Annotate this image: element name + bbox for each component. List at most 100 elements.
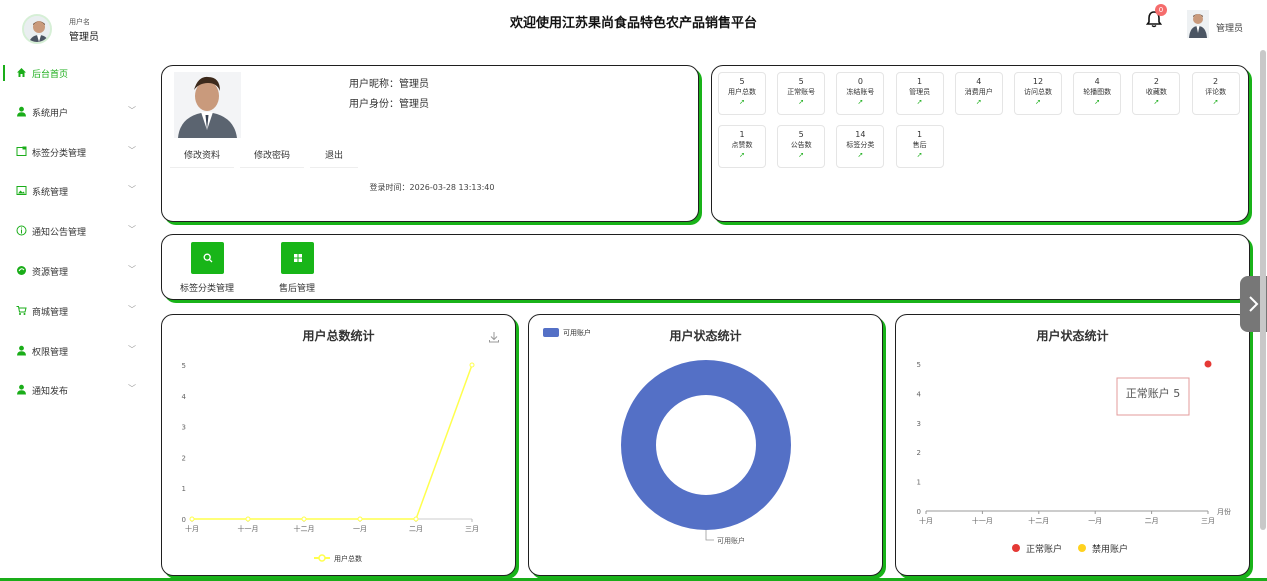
y-tick-label: 5 xyxy=(182,362,186,370)
data-point xyxy=(245,516,251,522)
stat-tile[interactable]: 5 公告数 ➚ xyxy=(777,125,826,168)
arrow-icon: ➚ xyxy=(739,151,745,159)
sidebar-item-label: 通知公告管理 xyxy=(32,228,87,238)
scrollbar[interactable] xyxy=(1260,50,1266,530)
x-tick-label: 二月 xyxy=(409,525,423,533)
quick-links-card: 标签分类管理 售后管理 xyxy=(161,234,1250,300)
user-menu-label[interactable]: 管理员 xyxy=(1216,21,1243,34)
chart-card-user-status-scatter: 用户状态统计 0 1 2 3 4 5 十月 十一月 十二月 一月 二月 三月 月份 正常账户 5 正常账户禁… xyxy=(895,314,1250,576)
sidebar-item-publish[interactable]: 通知发布 ﹀ xyxy=(0,378,148,402)
quick-link-tile[interactable] xyxy=(190,242,224,274)
stat-name: 访问总数 xyxy=(1024,88,1052,96)
y-tick-label: 3 xyxy=(182,424,186,432)
role-text: 用户身份：管理员 xyxy=(349,99,429,110)
stat-value: 2 xyxy=(1153,77,1159,86)
y-tick-label: 2 xyxy=(182,454,186,462)
y-tick-label: 1 xyxy=(182,485,186,493)
stat-value: 1 xyxy=(917,130,923,139)
sidebar-item-home[interactable]: 后台首页 xyxy=(0,61,148,85)
sidebar-item-tags[interactable]: 标签分类管理 ﹀ xyxy=(0,140,148,164)
sidebar-item-mall[interactable]: 商城管理 ﹀ xyxy=(0,299,148,323)
data-point xyxy=(1204,360,1212,368)
stat-name: 收藏数 xyxy=(1145,88,1167,96)
sidebar: 后台首页 系统用户 ﹀ 标签分类管理 ﹀ 系统管理 ﹀ 通知公告管理 ﹀ 资源管… xyxy=(0,58,148,581)
arrow-icon: ➚ xyxy=(857,98,864,106)
quick-link-aftersale[interactable]: 售后管理 xyxy=(252,242,342,294)
stat-name: 点赞数 xyxy=(731,141,753,149)
stat-tile[interactable]: 1 点赞数 ➚ xyxy=(718,125,766,168)
data-point xyxy=(189,516,195,522)
quick-link-label: 售后管理 xyxy=(278,284,315,294)
x-tick-label: 十月 xyxy=(185,524,199,533)
arrow-icon: ➚ xyxy=(739,98,745,106)
x-tick-label: 十一月 xyxy=(972,516,993,525)
chevron-down-icon: ﹀ xyxy=(128,225,136,234)
sidebar-item-label: 资源管理 xyxy=(32,268,69,278)
logout-button[interactable]: 退出 xyxy=(310,144,358,168)
arrow-icon: ➚ xyxy=(1212,98,1219,106)
stat-value: 0 xyxy=(857,77,863,86)
legend-marker xyxy=(1078,544,1086,552)
home-icon xyxy=(17,68,26,77)
grid-icon xyxy=(293,254,302,262)
stat-tile[interactable]: 2 评论数 ➚ xyxy=(1191,72,1240,115)
stat-name: 冻结账号 xyxy=(846,88,875,96)
stat-tile[interactable]: 2 收藏数 ➚ xyxy=(1132,72,1181,115)
stat-tile[interactable]: 1 售后 ➚ xyxy=(895,125,944,168)
stat-tile[interactable]: 5 正常账号 ➚ xyxy=(777,72,826,115)
legend-marker xyxy=(318,554,326,562)
stats-card: 5 用户总数 ➚ 5 正常账号 ➚ 0 冻结账号 ➚ 1 管理员 ➚ 4 消费用户 ➚ 12 访问总数 ➚ 4 轮播图… xyxy=(711,65,1249,222)
line-chart: 0 1 2 3 4 5 十月 十一月 十二月 一月 二月 三月用户总数 xyxy=(182,362,479,563)
top-header: 用户名 管理员 欢迎使用江苏果尚食品特色农产品销售平台 0 管理员 xyxy=(0,0,1267,58)
y-tick-label: 0 xyxy=(182,516,186,524)
active-indicator xyxy=(3,65,5,81)
nickname-text: 用户昵称：管理员 xyxy=(349,79,429,90)
user-icon xyxy=(17,345,26,356)
arrow-icon: ➚ xyxy=(857,151,864,159)
stat-value: 14 xyxy=(855,130,866,139)
data-point xyxy=(301,516,307,522)
sidebar-item-notices[interactable]: 通知公告管理 ﹀ xyxy=(0,219,148,243)
sidebar-item-system[interactable]: 系统管理 ﹀ xyxy=(0,179,148,203)
legend-label: 禁用账户 xyxy=(1092,543,1128,555)
login-time: 登录时间：2026-03-28 13:13:40 xyxy=(369,183,495,192)
tag-icon xyxy=(16,146,27,156)
stat-value: 12 xyxy=(1032,77,1044,86)
stat-tile[interactable]: 1 管理员 ➚ xyxy=(895,72,944,115)
stat-tile[interactable]: 4 轮播图数 ➚ xyxy=(1073,72,1122,115)
chevron-down-icon: ﹀ xyxy=(128,265,136,274)
stat-value: 4 xyxy=(1094,77,1100,86)
sidebar-item-resources[interactable]: 资源管理 ﹀ xyxy=(0,259,148,283)
stat-tile[interactable]: 12 访问总数 ➚ xyxy=(1014,72,1062,115)
sidebar-item-permissions[interactable]: 权限管理 ﹀ xyxy=(0,339,148,363)
stat-value: 2 xyxy=(1213,77,1219,86)
quick-link-tile[interactable] xyxy=(280,242,314,274)
sidebar-item-label: 系统管理 xyxy=(32,188,69,198)
chevron-down-icon: ﹀ xyxy=(128,384,136,393)
stat-tile[interactable]: 5 用户总数 ➚ xyxy=(718,72,766,115)
slice-label: 可用账户 xyxy=(717,536,745,545)
page-title: 欢迎使用江苏果尚食品特色农产品销售平台 xyxy=(509,16,757,31)
legend-label: 正常账户 xyxy=(1026,543,1062,555)
y-tick-label: 2 xyxy=(917,449,921,457)
change-password-button[interactable]: 修改密码 xyxy=(240,144,304,168)
legend-label: 用户总数 xyxy=(334,554,362,563)
arrow-icon: ➚ xyxy=(798,98,805,106)
stat-tile[interactable]: 14 标签分类 ➚ xyxy=(836,125,885,168)
stat-tile[interactable]: 4 消费用户 ➚ xyxy=(954,72,1003,115)
y-tick-label: 4 xyxy=(182,393,187,401)
user-menu-avatar[interactable] xyxy=(1187,10,1209,38)
quick-link-tags[interactable]: 标签分类管理 xyxy=(162,242,252,294)
edit-profile-button[interactable]: 修改资料 xyxy=(170,144,234,168)
sidebar-item-system-users[interactable]: 系统用户 ﹀ xyxy=(0,100,148,124)
arrow-icon: ➚ xyxy=(975,98,982,106)
stat-tile[interactable]: 0 冻结账号 ➚ xyxy=(836,72,885,115)
arrow-icon: ➚ xyxy=(1153,98,1160,106)
x-axis-label: 月份 xyxy=(1217,507,1231,516)
user-icon xyxy=(17,106,26,117)
sidebar-item-label: 后台首页 xyxy=(32,70,69,80)
series-line xyxy=(192,364,473,520)
data-point xyxy=(357,516,363,522)
data-point xyxy=(469,362,475,368)
arrow-icon: ➚ xyxy=(1035,98,1041,106)
